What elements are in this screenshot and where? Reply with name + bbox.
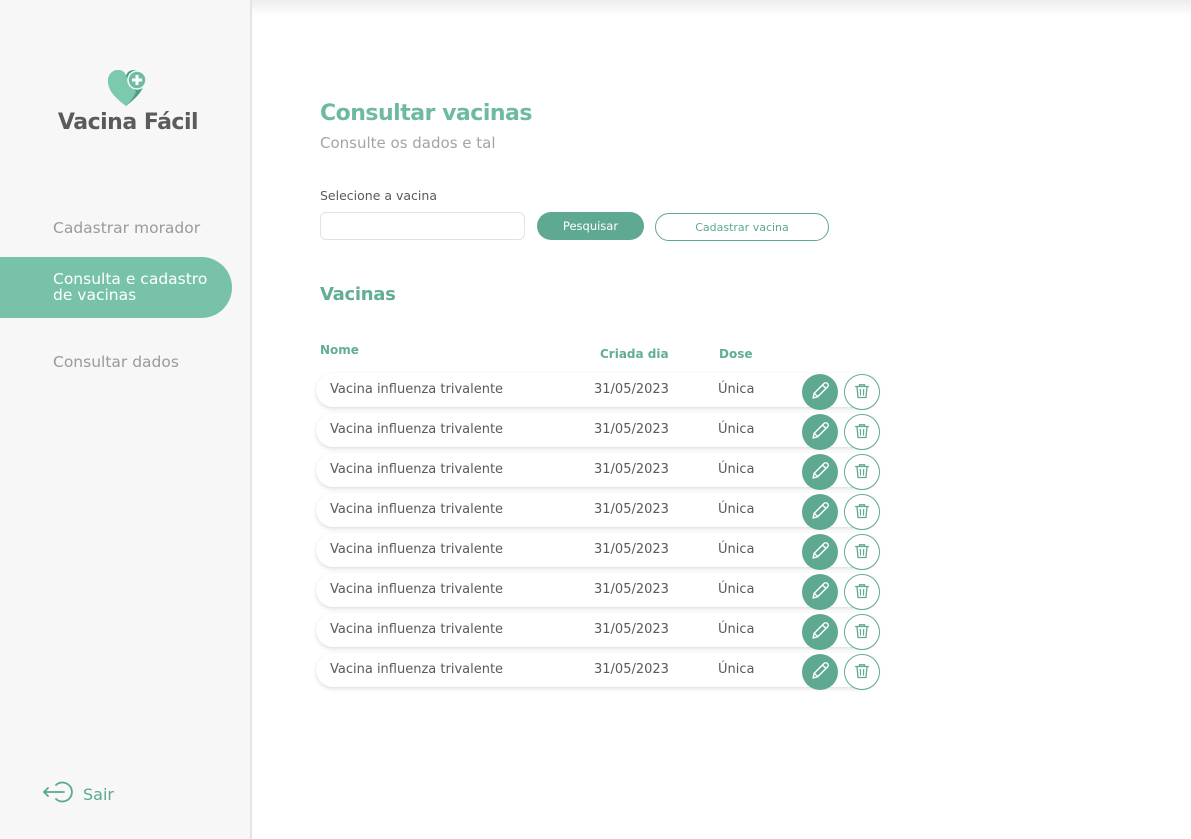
vaccine-name: Vacina influenza trivalente	[330, 662, 504, 677]
column-header-date: Criada dia	[600, 347, 669, 361]
column-header-dose: Dose	[719, 347, 753, 361]
dose: Única	[718, 622, 755, 637]
top-shadow	[140, 0, 1191, 16]
sidebar-item-cadastrar-morador[interactable]: Cadastrar morador	[0, 217, 232, 239]
dose: Única	[718, 502, 755, 517]
page-title: Consultar vacinas	[320, 101, 532, 126]
trash-icon	[853, 502, 871, 523]
dose: Única	[718, 662, 755, 677]
vaccine-select-label: Selecione a vacina	[320, 188, 437, 203]
trash-icon	[853, 582, 871, 603]
edit-button[interactable]	[802, 574, 838, 610]
pencil-icon	[809, 580, 831, 605]
table-row: Vacina influenza trivalente 31/05/2023 Ú…	[316, 573, 880, 610]
table-row: Vacina influenza trivalente 31/05/2023 Ú…	[316, 373, 880, 410]
sidebar-item-consulta-vacinas[interactable]: Consulta e cadastro de vacinas	[0, 257, 232, 318]
vaccine-name: Vacina influenza trivalente	[330, 422, 504, 437]
vaccine-search-input[interactable]	[320, 212, 525, 240]
dose: Única	[718, 542, 755, 557]
dose: Única	[718, 382, 755, 397]
vaccines-section-title: Vacinas	[320, 284, 396, 305]
app-name: Vacina Fácil	[57, 110, 199, 135]
column-header-name: Nome	[320, 343, 359, 357]
vaccines-table: Vacina influenza trivalente 31/05/2023 Ú…	[316, 373, 880, 693]
created-date: 31/05/2023	[594, 462, 669, 477]
created-date: 31/05/2023	[594, 382, 669, 397]
edit-button[interactable]	[802, 614, 838, 650]
edit-button[interactable]	[802, 454, 838, 490]
pencil-icon	[809, 540, 831, 565]
logout-label: Sair	[83, 784, 114, 804]
pencil-icon	[809, 500, 831, 525]
dose: Única	[718, 582, 755, 597]
created-date: 31/05/2023	[594, 542, 669, 557]
table-row: Vacina influenza trivalente 31/05/2023 Ú…	[316, 533, 880, 570]
trash-icon	[853, 662, 871, 683]
edit-button[interactable]	[802, 654, 838, 690]
pencil-icon	[809, 460, 831, 485]
table-row: Vacina influenza trivalente 31/05/2023 Ú…	[316, 613, 880, 650]
delete-button[interactable]	[844, 654, 880, 690]
sidebar-item-consultar-dados[interactable]: Consultar dados	[0, 351, 232, 373]
app-logo: Vacina Fácil	[48, 68, 208, 135]
logout-button[interactable]: Sair	[42, 780, 114, 808]
created-date: 31/05/2023	[594, 622, 669, 637]
edit-button[interactable]	[802, 374, 838, 410]
vaccine-name: Vacina influenza trivalente	[330, 382, 504, 397]
delete-button[interactable]	[844, 614, 880, 650]
pencil-icon	[809, 380, 831, 405]
heart-plus-icon	[48, 68, 208, 108]
created-date: 31/05/2023	[594, 582, 669, 597]
trash-icon	[853, 382, 871, 403]
vaccine-name: Vacina influenza trivalente	[330, 542, 504, 557]
created-date: 31/05/2023	[594, 502, 669, 517]
delete-button[interactable]	[844, 414, 880, 450]
table-row: Vacina influenza trivalente 31/05/2023 Ú…	[316, 413, 880, 450]
dose: Única	[718, 422, 755, 437]
pencil-icon	[809, 420, 831, 445]
delete-button[interactable]	[844, 534, 880, 570]
delete-button[interactable]	[844, 374, 880, 410]
delete-button[interactable]	[844, 574, 880, 610]
dose: Única	[718, 462, 755, 477]
vaccine-name: Vacina influenza trivalente	[330, 462, 504, 477]
pencil-icon	[809, 660, 831, 685]
page-subtitle: Consulte os dados e tal	[320, 134, 496, 152]
search-button[interactable]: Pesquisar	[537, 212, 644, 240]
vaccine-name: Vacina influenza trivalente	[330, 502, 504, 517]
delete-button[interactable]	[844, 454, 880, 490]
table-row: Vacina influenza trivalente 31/05/2023 Ú…	[316, 653, 880, 690]
vaccine-name: Vacina influenza trivalente	[330, 622, 504, 637]
pencil-icon	[809, 620, 831, 645]
table-row: Vacina influenza trivalente 31/05/2023 Ú…	[316, 453, 880, 490]
vaccine-name: Vacina influenza trivalente	[330, 582, 504, 597]
sidebar: Vacina Fácil Cadastrar morador Consulta …	[0, 0, 252, 839]
trash-icon	[853, 422, 871, 443]
created-date: 31/05/2023	[594, 662, 669, 677]
edit-button[interactable]	[802, 414, 838, 450]
created-date: 31/05/2023	[594, 422, 669, 437]
logout-icon	[42, 780, 83, 808]
register-vaccine-button[interactable]: Cadastrar vacina	[655, 213, 829, 241]
trash-icon	[853, 622, 871, 643]
trash-icon	[853, 542, 871, 563]
edit-button[interactable]	[802, 534, 838, 570]
edit-button[interactable]	[802, 494, 838, 530]
trash-icon	[853, 462, 871, 483]
table-row: Vacina influenza trivalente 31/05/2023 Ú…	[316, 493, 880, 530]
delete-button[interactable]	[844, 494, 880, 530]
